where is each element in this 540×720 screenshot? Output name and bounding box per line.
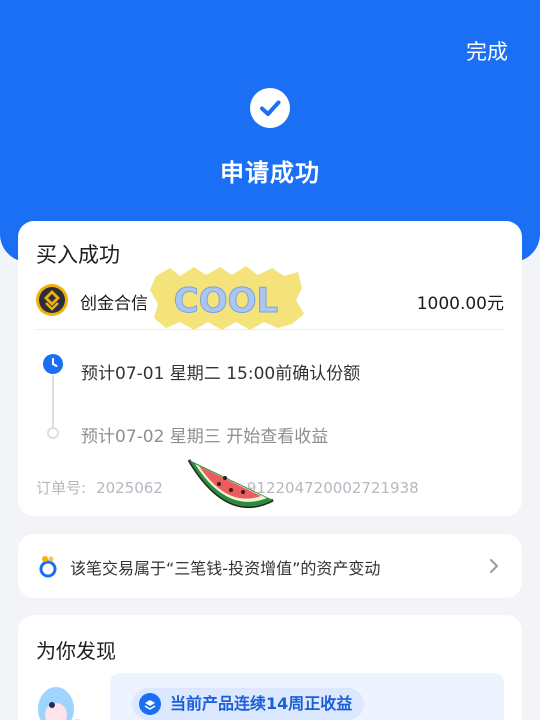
order-number-head: 2025062 — [96, 479, 163, 497]
three-coins-icon — [39, 556, 57, 578]
done-button[interactable]: 完成 — [466, 36, 508, 66]
timeline-step-earnings: 预计07-02 星期三 开始查看收益 — [81, 427, 329, 447]
order-status-title: 买入成功 — [36, 243, 120, 267]
product-name: 创金合信 — [80, 294, 148, 314]
watermelon-sticker — [187, 459, 274, 509]
timeline-line — [52, 375, 54, 427]
product-amount: 1000.00元 — [416, 294, 504, 314]
positive-return-badge: 当前产品连续14周正收益 — [132, 688, 365, 720]
discover-title: 为你发现 — [36, 639, 116, 663]
pending-dot-icon — [47, 427, 59, 439]
gold-coin-icon — [36, 284, 68, 316]
cool-sticker: COOL — [150, 266, 304, 330]
positive-return-text: 当前产品连续14周正收益 — [170, 694, 353, 713]
clock-icon — [43, 354, 63, 374]
page-title: 申请成功 — [220, 159, 320, 187]
order-number-label: 订单号: — [36, 479, 87, 497]
success-check-icon — [250, 88, 290, 128]
timeline-step-confirm: 预计07-01 星期二 15:00前确认份额 — [81, 364, 361, 384]
discover-card: 为你发现 当前产品连续14周正收益 — [18, 615, 522, 720]
asset-change-text: 该笔交易属于“三笔钱-投资增值”的资产变动 — [70, 559, 381, 578]
shield-layers-icon — [139, 693, 161, 715]
promo-panel[interactable]: 当前产品连续14周正收益 — [110, 673, 504, 720]
asset-change-link[interactable]: 该笔交易属于“三笔钱-投资增值”的资产变动 — [18, 534, 522, 598]
mascot-icon — [38, 687, 81, 720]
cool-sticker-text: COOL — [174, 281, 278, 321]
chevron-right-icon — [490, 559, 498, 573]
